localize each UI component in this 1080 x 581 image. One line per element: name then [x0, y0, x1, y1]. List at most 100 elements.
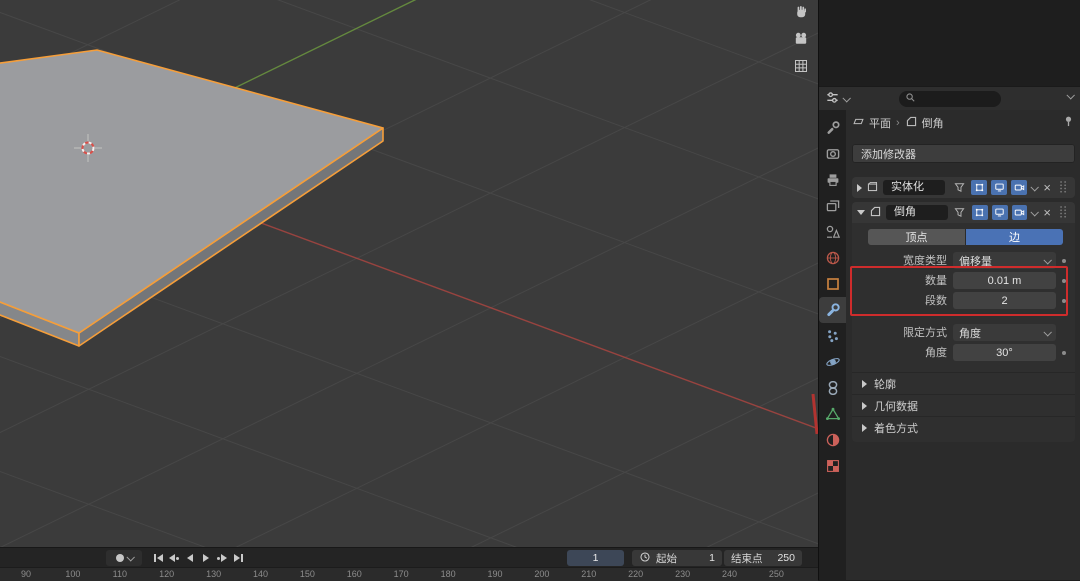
collapse-icon[interactable]: [857, 210, 865, 215]
width-type-row: 宽度类型 偏移量: [852, 252, 1075, 270]
delete-modifier-button[interactable]: ×: [1041, 206, 1053, 219]
modifier-extras-chevron[interactable]: [1030, 182, 1040, 192]
properties-panel: 平面 › 倒角 添加修改器 实体化 × 倒角 × 顶点 边 宽度类型 偏移量 数…: [818, 0, 1080, 580]
tab-world[interactable]: [819, 245, 846, 271]
tab-tool[interactable]: [819, 115, 846, 141]
jump-to-start-button[interactable]: [150, 550, 166, 566]
grid-icon[interactable]: [792, 57, 810, 75]
tab-particles[interactable]: [819, 323, 846, 349]
editmode-toggle[interactable]: [971, 205, 988, 220]
tab-edges[interactable]: 边: [966, 229, 1063, 245]
editmode-toggle[interactable]: [971, 180, 988, 195]
vertex-group-filter-icon[interactable]: [951, 180, 967, 195]
tab-object-data[interactable]: [819, 401, 846, 427]
hand-icon[interactable]: [792, 3, 810, 21]
next-keyframe-button[interactable]: [214, 550, 230, 566]
frame-start-label: 起始: [656, 552, 677, 565]
drag-handle-icon[interactable]: [1057, 205, 1070, 221]
properties-content: 平面 › 倒角 添加修改器 实体化 × 倒角 × 顶点 边 宽度类型 偏移量 数…: [846, 110, 1080, 580]
expand-icon[interactable]: [857, 183, 862, 192]
editor-type-button[interactable]: [819, 87, 855, 111]
ruler-tick: 130: [206, 569, 222, 579]
modifier-extras-chevron[interactable]: [1030, 207, 1040, 217]
drag-handle-icon[interactable]: [1057, 180, 1070, 196]
3d-viewport[interactable]: [0, 0, 818, 547]
vertex-group-filter-icon[interactable]: [952, 205, 968, 220]
amount-field[interactable]: 0.01 m: [953, 272, 1056, 289]
timeline-ruler[interactable]: 90 100 110 120 130 140 150 160 170 180 190 200 210 22…: [0, 567, 818, 581]
play-reverse-button[interactable]: [182, 550, 198, 566]
modifier-name-field[interactable]: 实体化: [883, 180, 945, 195]
realtime-toggle[interactable]: [991, 180, 1008, 195]
render-toggle[interactable]: [1011, 180, 1028, 195]
frame-end-field[interactable]: 结束点 250: [724, 550, 802, 566]
chevron-down-icon: [842, 94, 851, 103]
ruler-tick: 120: [159, 569, 175, 579]
section-label: 着色方式: [874, 422, 918, 435]
decorator-dot[interactable]: [1062, 299, 1066, 303]
tab-material[interactable]: [819, 427, 846, 453]
add-modifier-button[interactable]: 添加修改器: [852, 144, 1075, 163]
decorator-dot[interactable]: [1062, 279, 1066, 283]
segments-label: 段数: [925, 295, 947, 307]
plane-object-icon: [852, 115, 865, 131]
tab-object[interactable]: [819, 271, 846, 297]
modifier-name-field[interactable]: 倒角: [886, 205, 948, 220]
axis-mark: [811, 393, 818, 435]
pin-icon[interactable]: [1062, 115, 1075, 131]
viewport-canvas[interactable]: [0, 0, 818, 547]
ruler-tick: 210: [581, 569, 597, 579]
amount-value: 0.01 m: [987, 274, 1022, 287]
auto-keyframe-button[interactable]: [106, 550, 142, 566]
frame-start-field[interactable]: 起始 1: [632, 550, 722, 566]
decorator-dot[interactable]: [1062, 259, 1066, 263]
breadcrumb-separator: ›: [896, 117, 900, 129]
segments-field[interactable]: 2: [953, 292, 1056, 309]
header-options-chevron[interactable]: [1066, 91, 1075, 100]
camera-icon[interactable]: [792, 30, 810, 48]
tab-view-layer[interactable]: [819, 193, 846, 219]
delete-modifier-button[interactable]: ×: [1041, 181, 1053, 194]
section-shading[interactable]: 着色方式: [852, 416, 1075, 438]
width-type-dropdown[interactable]: 偏移量: [953, 252, 1056, 269]
tab-scene[interactable]: [819, 219, 846, 245]
tab-texture[interactable]: [819, 453, 846, 479]
ruler-tick: 150: [299, 569, 315, 579]
breadcrumb-object[interactable]: 平面: [852, 115, 891, 131]
section-profile[interactable]: 轮廓: [852, 372, 1075, 394]
limit-method-value: 角度: [959, 327, 981, 340]
width-type-label: 宽度类型: [903, 255, 947, 267]
modifier-solidify-header[interactable]: 实体化 ×: [852, 177, 1075, 198]
current-frame-field[interactable]: 1: [567, 550, 624, 566]
clock-icon: [639, 551, 651, 566]
jump-to-end-button[interactable]: [230, 550, 246, 566]
playback-controls: [150, 550, 246, 566]
frame-start-value: 1: [709, 552, 715, 564]
modifier-bevel-header[interactable]: 倒角 ×: [852, 202, 1075, 223]
tab-physics[interactable]: [819, 349, 846, 375]
ruler-tick: 110: [112, 569, 127, 579]
tab-vertices[interactable]: 顶点: [868, 229, 966, 245]
tab-output[interactable]: [819, 167, 846, 193]
chevron-down-icon: [1043, 327, 1052, 337]
frame-end-value: 250: [777, 552, 795, 564]
timeline-bar[interactable]: 1 起始 1 结束点 250: [0, 547, 818, 568]
angle-row: 角度 30°: [852, 344, 1075, 362]
prev-keyframe-button[interactable]: [166, 550, 182, 566]
breadcrumb-modifier[interactable]: 倒角: [905, 115, 944, 131]
tab-render[interactable]: [819, 141, 846, 167]
tab-modifiers[interactable]: [819, 297, 846, 323]
angle-field[interactable]: 30°: [953, 344, 1056, 361]
expand-icon: [862, 379, 867, 388]
render-toggle[interactable]: [1011, 205, 1028, 220]
section-geometry[interactable]: 几何数据: [852, 394, 1075, 416]
properties-search[interactable]: [899, 91, 1001, 107]
chevron-down-icon: [125, 553, 135, 562]
play-button[interactable]: [198, 550, 214, 566]
tab-constraints[interactable]: [819, 375, 846, 401]
plane-object[interactable]: [0, 49, 384, 347]
decorator-dot[interactable]: [1062, 351, 1066, 355]
limit-method-dropdown[interactable]: 角度: [953, 324, 1056, 341]
search-input[interactable]: [920, 92, 995, 106]
realtime-toggle[interactable]: [991, 205, 1008, 220]
